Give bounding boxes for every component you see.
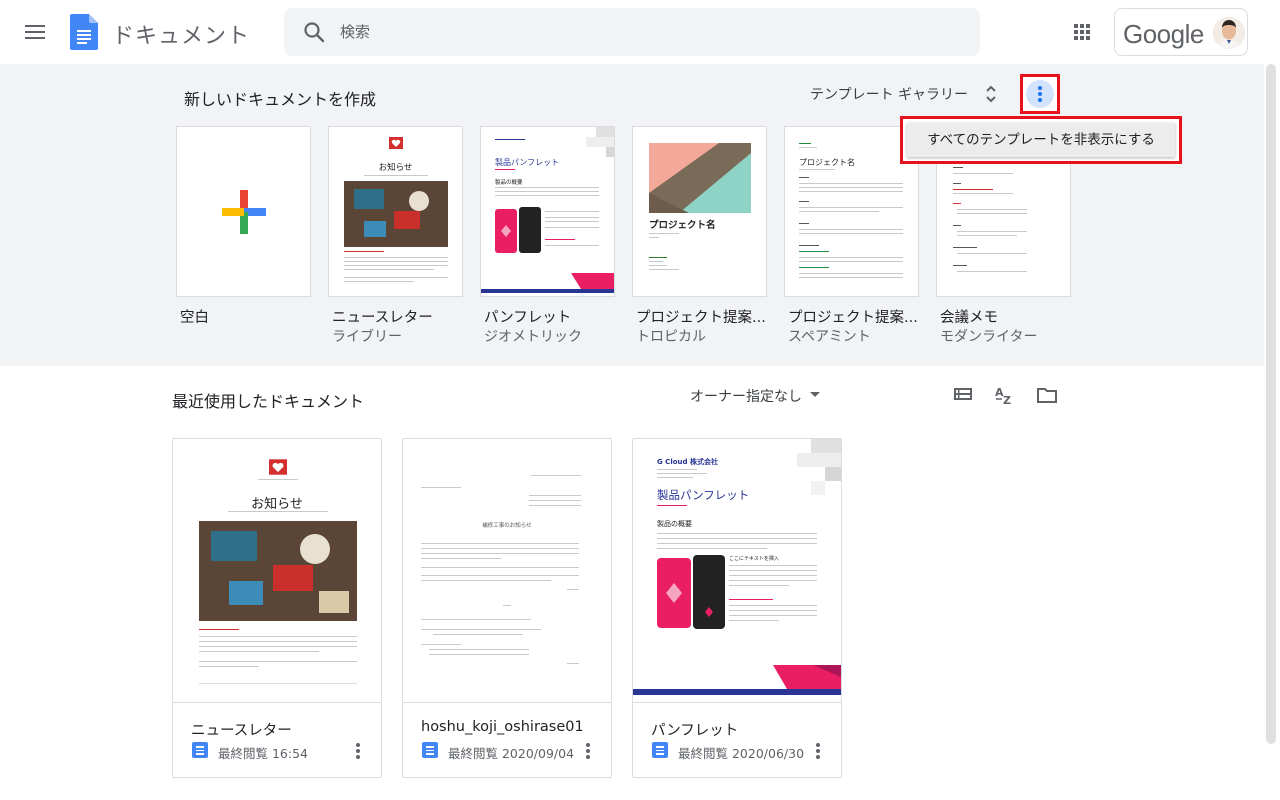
template-name: ニュースレター xyxy=(332,310,433,326)
sort-az-icon[interactable]: A Z xyxy=(994,384,1016,406)
doc-thumbnail[interactable]: 補修工事のお知らせ xyxy=(403,439,611,703)
doc-more-options-icon[interactable] xyxy=(813,741,823,761)
template-options-menu: すべてのテンプレートを非表示にする xyxy=(900,116,1182,164)
template-name: パンフレット xyxy=(484,310,572,326)
doc-thumbnail[interactable]: G Cloud 株式会社 製品パンフレット 製品の概要 ここにテキストを挿入 xyxy=(633,439,841,703)
search-icon[interactable] xyxy=(302,20,326,44)
template-subtitle: スペアミント xyxy=(788,329,871,345)
thumb-title: プロジェクト名 xyxy=(799,158,855,167)
thumb-footer-band xyxy=(481,273,614,293)
doc-last-opened: 最終閲覧 2020/09/04 xyxy=(448,746,575,761)
thumb-title: 補修工事のお知らせ xyxy=(482,523,532,529)
thumb-heading: 製品の概要 xyxy=(657,520,692,528)
template-subtitle: トロピカル xyxy=(636,329,706,345)
docs-file-icon xyxy=(652,742,668,758)
app-title[interactable]: ドキュメント xyxy=(112,18,250,50)
main-menu-icon[interactable] xyxy=(18,18,54,46)
template-name: 空白 xyxy=(180,310,209,326)
doc-name: hoshu_koji_oshirase01 xyxy=(421,719,584,735)
thumb-phone-image xyxy=(657,555,725,629)
template-gallery-panel: 新しいドキュメントを作成 テンプレート ギャラリー 空白 お知らせ ニュースレタ… xyxy=(0,64,1264,366)
section-title-recent: 最近使用したドキュメント xyxy=(172,392,365,411)
thumb-title: お知らせ xyxy=(251,497,303,512)
section-title-new-doc: 新しいドキュメントを作成 xyxy=(184,90,377,109)
doc-name: パンフレット xyxy=(651,723,739,739)
docs-logo-icon[interactable] xyxy=(70,14,98,50)
thumb-title: プロジェクト名 xyxy=(649,220,716,231)
thumb-geometric-image xyxy=(649,143,751,213)
template-thumbnail[interactable]: プロジェクト名 xyxy=(632,126,767,297)
account-button[interactable]: Google xyxy=(1114,8,1248,56)
recent-doc-card-brochure[interactable]: G Cloud 株式会社 製品パンフレット 製品の概要 ここにテキストを挿入 パ… xyxy=(632,438,842,778)
avatar[interactable] xyxy=(1213,17,1245,49)
template-gallery-button[interactable]: テンプレート ギャラリー xyxy=(810,84,968,104)
thumb-photo xyxy=(199,521,357,621)
more-vert-icon[interactable] xyxy=(1026,80,1054,108)
doc-last-opened: 最終閲覧 16:54 xyxy=(218,746,308,761)
template-thumbnail[interactable]: プロジェクト名 xyxy=(784,126,919,297)
top-app-bar: ドキュメント Google xyxy=(0,0,1280,64)
thumb-phone-image xyxy=(495,207,541,253)
recent-doc-card-hoshu-koji[interactable]: 補修工事のお知らせ hoshu_koji_oshirase01 最終閲覧 202… xyxy=(402,438,612,778)
template-name: プロジェクト提案... xyxy=(636,310,766,326)
plus-icon xyxy=(222,190,266,234)
template-thumbnail[interactable]: お知らせ xyxy=(328,126,463,297)
template-name: 会議メモ xyxy=(940,310,998,326)
docs-file-icon xyxy=(422,742,438,758)
unfold-icon[interactable] xyxy=(984,83,998,105)
doc-last-opened: 最終閲覧 2020/06/30 xyxy=(678,746,805,761)
thumb-title: 製品パンフレット xyxy=(657,488,750,502)
template-newsletter[interactable]: お知らせ ニュースレター ライブリー xyxy=(328,126,463,345)
doc-more-options-icon[interactable] xyxy=(583,741,593,761)
template-blank[interactable]: 空白 xyxy=(176,126,311,326)
thumb-title: お知らせ xyxy=(378,163,413,173)
template-thumbnail[interactable]: 製品パンフレット 製品の概要 xyxy=(480,126,615,297)
list-view-icon[interactable] xyxy=(952,384,974,406)
doc-more-options-icon[interactable] xyxy=(353,741,363,761)
thumb-heading: 製品の概要 xyxy=(495,180,523,186)
hide-all-templates-menu-item[interactable]: すべてのテンプレートを非表示にする xyxy=(907,123,1175,157)
google-wordmark: Google xyxy=(1123,19,1204,49)
page-scrollbar[interactable] xyxy=(1266,64,1276,744)
thumb-subheading: ここにテキストを挿入 xyxy=(729,556,779,562)
docs-file-icon xyxy=(192,742,208,758)
recent-doc-card-newsletter[interactable]: お知らせ ニュースレター 最終閲覧 16:54 xyxy=(172,438,382,778)
template-brochure[interactable]: 製品パンフレット 製品の概要 パンフレット ジオメトリック xyxy=(480,126,615,345)
doc-thumbnail[interactable]: お知らせ xyxy=(173,439,381,703)
google-apps-icon[interactable] xyxy=(1068,18,1096,46)
thumb-corner-pattern xyxy=(797,439,841,495)
search-input[interactable] xyxy=(340,8,940,56)
template-subtitle: ライブリー xyxy=(332,329,402,345)
thumb-footer-band xyxy=(633,665,841,695)
folder-icon[interactable] xyxy=(1036,384,1058,406)
svg-text:Z: Z xyxy=(1003,394,1011,406)
template-name: プロジェクト提案... xyxy=(788,310,918,326)
template-subtitle: モダンライター xyxy=(940,329,1038,345)
caret-down-icon[interactable] xyxy=(810,392,820,397)
template-project-proposal-spearmint[interactable]: プロジェクト名 プロジェクト提案... スペアミント xyxy=(784,126,919,345)
heart-logo-icon xyxy=(269,459,287,475)
doc-name: ニュースレター xyxy=(191,723,292,739)
template-thumbnail[interactable] xyxy=(176,126,311,297)
owner-filter-dropdown[interactable]: オーナー指定なし xyxy=(690,386,802,406)
template-subtitle: ジオメトリック xyxy=(484,329,582,345)
thumb-corner-pattern xyxy=(586,127,614,157)
heart-logo-icon xyxy=(389,137,403,149)
template-project-proposal-tropic[interactable]: プロジェクト名 プロジェクト提案... トロピカル xyxy=(632,126,767,345)
search-bar[interactable] xyxy=(284,8,980,56)
template-more-options-button[interactable] xyxy=(1020,74,1060,114)
thumb-title: 製品パンフレット xyxy=(495,158,560,167)
thumb-company: G Cloud 株式会社 xyxy=(657,458,718,466)
thumb-photo xyxy=(344,181,448,247)
